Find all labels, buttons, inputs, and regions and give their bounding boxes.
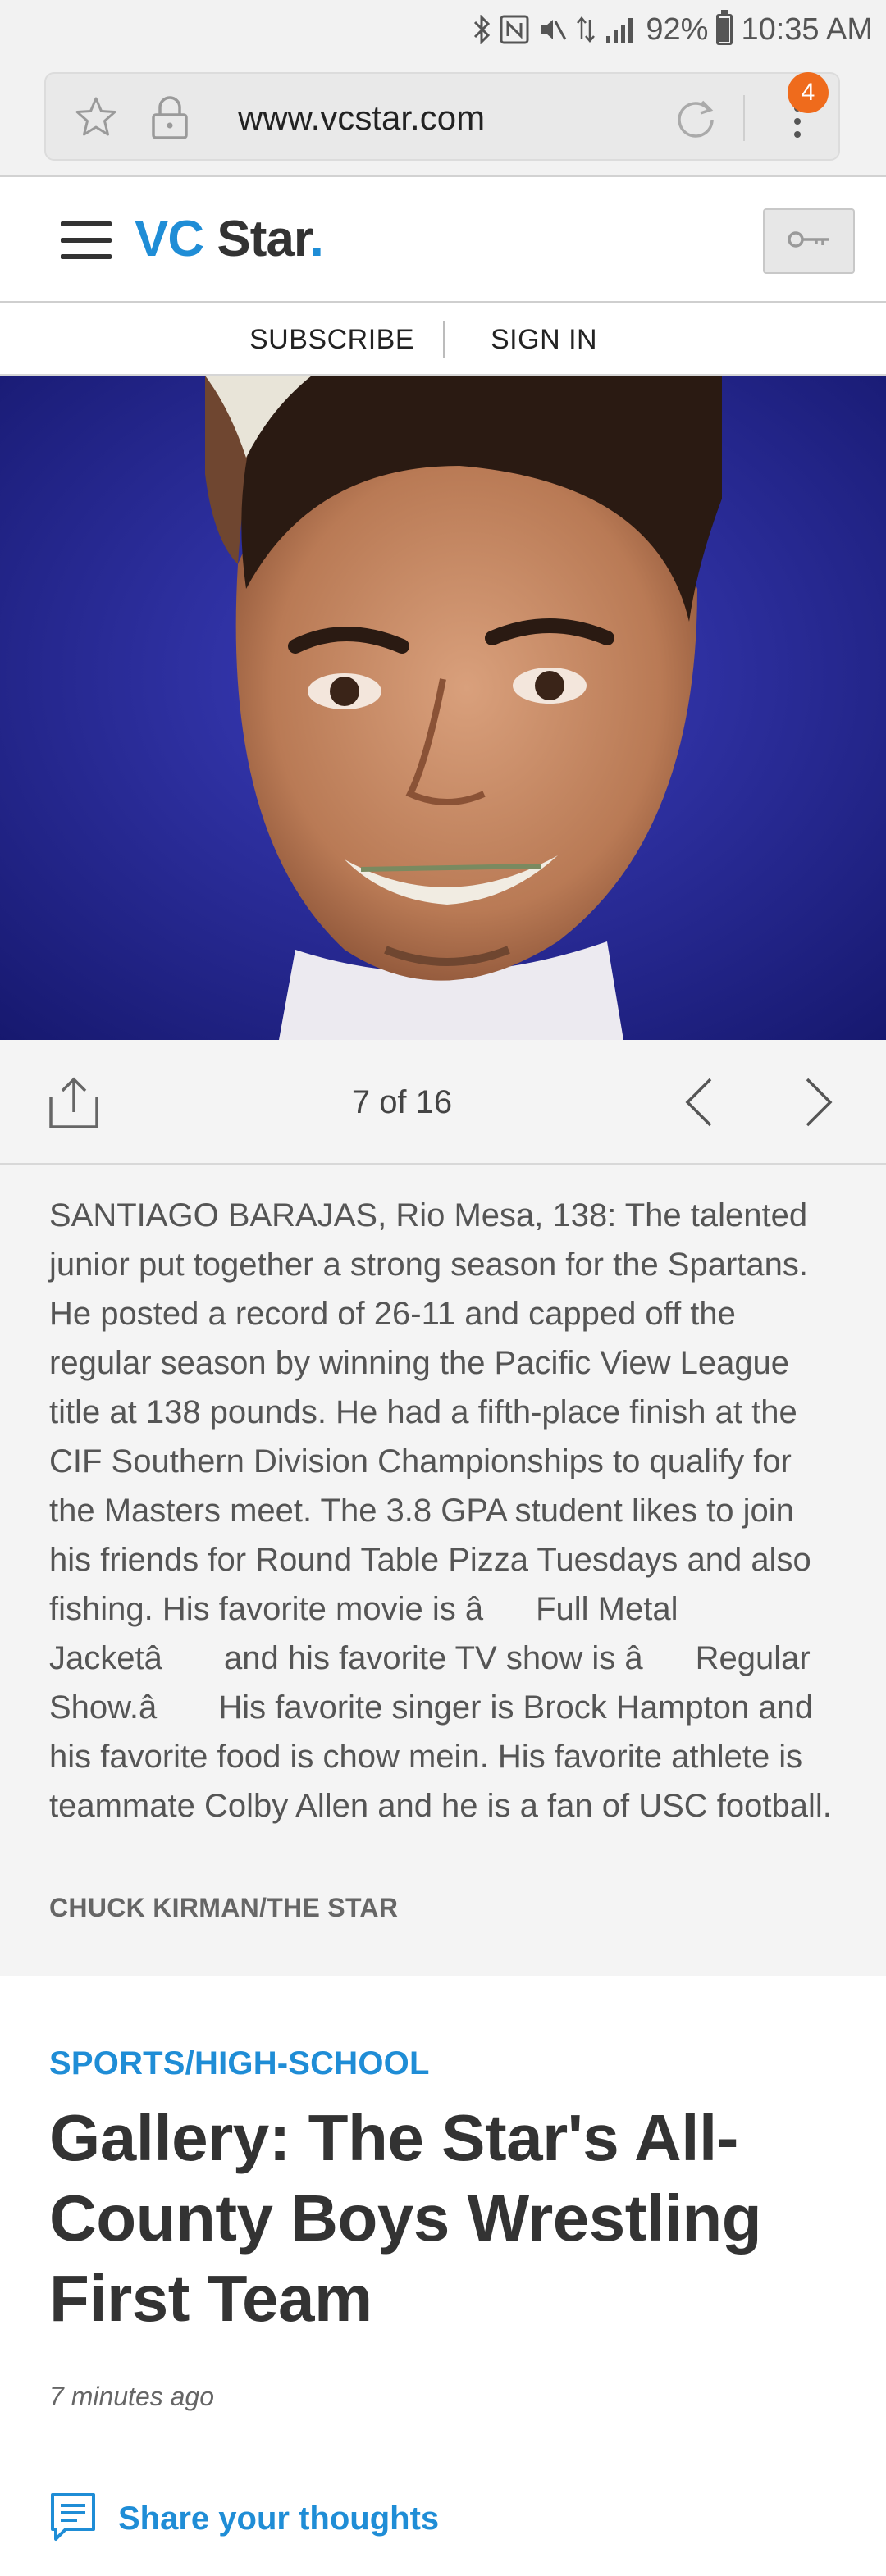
mute-icon — [537, 15, 567, 44]
share-thoughts-button[interactable]: Share your thoughts — [49, 2490, 439, 2547]
share-thoughts-label: Share your thoughts — [118, 2500, 440, 2537]
gallery-caption-area: SANTIAGO BARAJAS, Rio Mesa, 138: The tal… — [0, 1165, 886, 1976]
subscribe-link[interactable]: SUBSCRIBE — [249, 303, 414, 376]
tab-count-badge[interactable]: 4 — [788, 72, 829, 113]
subscribe-bar: SUBSCRIBE SIGN IN — [0, 303, 886, 376]
chevron-right-icon[interactable] — [802, 1076, 835, 1133]
status-bar: 92% 10:35 AM — [0, 0, 886, 59]
battery-icon — [716, 10, 733, 45]
section-link[interactable]: SPORTS/HIGH-SCHOOL — [49, 2045, 430, 2082]
photo-credit: CHUCK KIRMAN/THE STAR — [49, 1893, 399, 1922]
reload-icon[interactable] — [671, 93, 720, 147]
gallery-caption: SANTIAGO BARAJAS, Rio Mesa, 138: The tal… — [49, 1197, 832, 1824]
bluetooth-icon — [473, 15, 491, 44]
logo-vc: VC — [135, 211, 204, 267]
account-key-button[interactable] — [763, 208, 855, 274]
logo-star: Star — [217, 211, 310, 267]
article-headline: Gallery: The Star's All-County Boys Wres… — [49, 2101, 762, 2335]
comment-icon — [49, 2492, 97, 2546]
portrait-image — [0, 376, 886, 1040]
sign-in-link[interactable]: SIGN IN — [491, 303, 597, 376]
hamburger-menu-icon[interactable] — [61, 221, 112, 259]
article-timestamp: 7 minutes ago — [49, 2382, 215, 2411]
address-bar[interactable]: www.vcstar.com 4 — [44, 72, 840, 161]
nfc-icon — [500, 15, 529, 44]
chevron-left-icon[interactable] — [683, 1076, 715, 1133]
subscribe-divider — [443, 321, 445, 358]
article-header: SPORTS/HIGH-SCHOOL Gallery: The Star's A… — [0, 1976, 886, 2576]
logo-dot: . — [309, 211, 324, 267]
gallery-controls: 7 of 16 — [0, 1040, 886, 1165]
data-transfer-icon — [575, 15, 596, 44]
url-text[interactable]: www.vcstar.com — [238, 74, 485, 162]
lock-icon[interactable] — [149, 93, 190, 145]
address-bar-divider — [743, 95, 745, 141]
site-header: VC Star. — [0, 177, 886, 303]
bookmark-star-icon[interactable] — [74, 95, 118, 144]
signal-icon — [605, 15, 637, 44]
battery-percent: 92% — [646, 11, 709, 47]
status-icons: 92% 10:35 AM — [473, 0, 873, 59]
site-logo[interactable]: VC Star. — [135, 210, 324, 268]
key-icon — [787, 230, 831, 253]
browser-toolbar: www.vcstar.com 4 — [0, 59, 886, 177]
clock: 10:35 AM — [741, 11, 873, 47]
gallery-photo[interactable] — [0, 376, 886, 1040]
